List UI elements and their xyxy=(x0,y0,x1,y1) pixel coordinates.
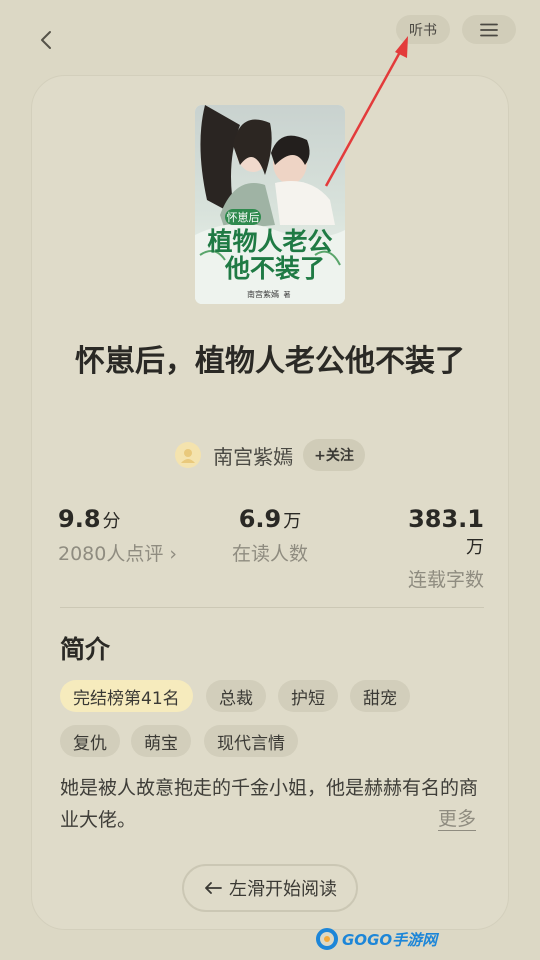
start-reading-label: 左滑开始阅读 xyxy=(229,879,337,900)
listen-book-button[interactable]: 听书 xyxy=(396,15,450,44)
follow-author-button[interactable]: +关注 xyxy=(303,439,365,471)
cover-author-suffix: 著 xyxy=(284,290,291,299)
cover-author: 南宫紫嫣 xyxy=(247,289,279,299)
tag-item[interactable]: 甜宠 xyxy=(350,680,410,712)
tag-item[interactable]: 护短 xyxy=(278,680,338,712)
rating-value: 9.8 xyxy=(58,505,101,533)
rating-stat[interactable]: 9.8 分 2080人点评 › xyxy=(58,505,177,566)
menu-button[interactable] xyxy=(462,15,516,44)
tag-item[interactable]: 现代言情 xyxy=(204,725,298,757)
watermark-logo-icon xyxy=(316,928,338,950)
readers-value: 6.9 xyxy=(238,505,282,533)
hamburger-menu-icon xyxy=(480,23,498,36)
tag-item[interactable]: 复仇 xyxy=(60,725,120,757)
word-count-value: 383.1 xyxy=(408,505,484,533)
book-cover-art: 怀崽后 植物人老公 他不装了 南宫紫嫣 著 xyxy=(195,105,345,304)
rating-count-label: 2080人点评 xyxy=(58,543,164,565)
watermark-text: GOGO手游网 xyxy=(342,930,438,949)
cover-title-line1: 植物人老公 xyxy=(207,227,332,256)
chevron-right-icon: › xyxy=(169,543,178,565)
readers-label: 在读人数 xyxy=(231,543,308,565)
back-button[interactable] xyxy=(30,24,62,56)
more-description-link[interactable]: 更多 xyxy=(438,804,476,831)
author-row: 南宫紫嫣 +关注 xyxy=(0,438,540,472)
readers-stat: 6.9 万 在读人数 xyxy=(229,505,311,566)
listen-book-label: 听书 xyxy=(409,22,437,39)
tag-ranking[interactable]: 完结榜第41名 xyxy=(60,680,193,712)
site-watermark: GOGO手游网 xyxy=(316,926,437,952)
readers-unit: 万 xyxy=(283,511,302,532)
cover-title-line2: 他不装了 xyxy=(224,254,325,283)
cover-series-tag: 怀崽后 xyxy=(227,211,260,224)
tag-item[interactable]: 萌宝 xyxy=(131,725,191,757)
start-reading-button[interactable]: 左滑开始阅读 xyxy=(182,864,358,912)
intro-heading: 简介 xyxy=(60,635,111,664)
section-divider xyxy=(60,607,484,608)
arrow-left-icon xyxy=(205,882,222,894)
chevron-left-icon xyxy=(41,31,51,49)
author-name[interactable]: 南宫紫嫣 xyxy=(213,441,293,470)
tag-item[interactable]: 总裁 xyxy=(206,680,266,712)
book-description: 她是被人故意抱走的千金小姐，他是赫赫有名的商业大佬。 xyxy=(60,777,479,831)
word-count-stat: 383.1 万 连载字数 xyxy=(394,505,484,592)
word-count-unit: 万 xyxy=(466,537,484,558)
word-count-label: 连载字数 xyxy=(407,569,484,591)
book-title: 怀崽后，植物人老公他不装了 xyxy=(75,344,465,379)
book-cover[interactable]: 怀崽后 植物人老公 他不装了 南宫紫嫣 著 xyxy=(195,105,345,304)
follow-label: +关注 xyxy=(314,448,354,464)
rating-unit: 分 xyxy=(102,511,121,532)
user-avatar-icon[interactable] xyxy=(175,442,202,468)
